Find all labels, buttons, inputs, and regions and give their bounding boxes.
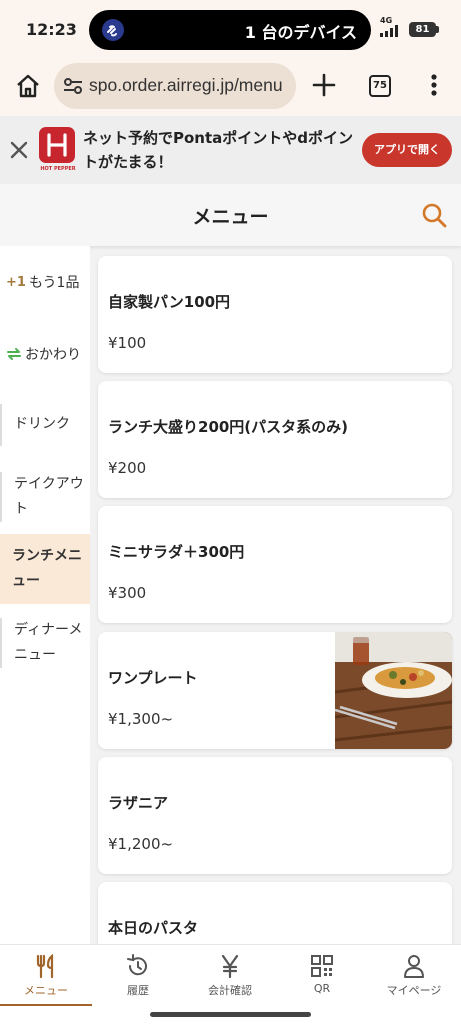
nav-tab-bill[interactable]: 会計確認	[184, 945, 276, 1007]
category-sidebar: +1 もう1品 おかわり ドリンク テイクアウト ランチメニュー ディナーメニュ…	[0, 246, 90, 944]
menu-item-card[interactable]: ミニサラダ＋300円 ¥300	[98, 506, 452, 623]
bottom-nav: メニュー 履歴 会計確認 QR マイページ	[0, 944, 461, 1007]
island-text: 1 台のデバイス	[244, 23, 357, 42]
cutlery-logo-icon	[47, 133, 67, 157]
promo-text: ネット予約でPontaポイントやdポイントがたまる！	[83, 129, 354, 171]
menu-item-price: ¥1,200~	[108, 835, 174, 853]
nav-label: マイページ	[386, 984, 442, 997]
person-icon	[404, 955, 424, 978]
url-bar[interactable]: spo.order.airregi.jp/menu	[54, 63, 296, 109]
sidebar-item-lunch[interactable]: ランチメニュー	[0, 534, 90, 604]
sidebar-item-one-more[interactable]: +1 もう1品	[0, 268, 90, 296]
menu-item-name: ランチ大盛り200円(パスタ系のみ)	[108, 418, 349, 436]
page-header: メニュー	[0, 184, 461, 246]
network-type: 4G	[380, 16, 393, 25]
home-indicator-area	[0, 1006, 461, 1024]
menu-item-price: ¥300	[108, 584, 147, 602]
browser-toolbar: spo.order.airregi.jp/menu 75	[0, 56, 461, 116]
hot-pepper-logo	[39, 127, 75, 163]
sidebar-item-takeout[interactable]: テイクアウト	[0, 472, 90, 522]
sidebar-item-drink[interactable]: ドリンク	[0, 404, 90, 446]
menu-item-price: ¥100	[108, 334, 147, 352]
menu-item-name: ワンプレート	[108, 669, 198, 687]
dynamic-island[interactable]: 1 台のデバイス	[89, 10, 371, 50]
nav-tab-menu[interactable]: メニュー	[0, 945, 92, 1007]
plus-one-icon: +1	[6, 274, 26, 290]
qr-code-icon	[311, 955, 333, 977]
nav-label: QR	[313, 982, 331, 995]
nav-tab-mypage[interactable]: マイページ	[368, 945, 460, 1007]
sidebar-item-label: おかわり	[25, 347, 81, 363]
page-title: メニュー	[192, 206, 269, 228]
menu-item-price: ¥200	[108, 459, 147, 477]
nav-tab-history[interactable]: 履歴	[92, 945, 184, 1007]
status-time: 12:23	[26, 20, 77, 39]
nav-label: メニュー	[24, 984, 68, 997]
menu-item-name: 自家製パン100円	[108, 293, 231, 311]
menu-item-name: ラザニア	[108, 794, 169, 812]
nav-tab-qr[interactable]: QR	[276, 945, 368, 1007]
status-bar: 12:23 1 台のデバイス 4G 81	[0, 0, 461, 56]
nav-label: 履歴	[127, 984, 149, 997]
url-text[interactable]: spo.order.airregi.jp/menu	[89, 75, 289, 96]
sidebar-item-dinner[interactable]: ディナーメニュー	[0, 618, 90, 668]
sidebar-item-label: ドリンク	[14, 416, 70, 432]
search-icon[interactable]	[421, 202, 447, 228]
app-promo-banner: HOT PEPPER ネット予約でPontaポイントやdポイントがたまる！ アプ…	[0, 116, 461, 184]
menu-item-card[interactable]: ランチ大盛り200円(パスタ系のみ) ¥200	[98, 381, 452, 498]
menu-item-photo[interactable]	[335, 632, 452, 749]
menu-item-name: ミニサラダ＋300円	[108, 543, 245, 561]
sidebar-item-refill[interactable]: おかわり	[0, 340, 90, 368]
home-indicator[interactable]	[150, 1012, 311, 1017]
sidebar-item-label: もう1品	[28, 275, 80, 291]
menu-item-card[interactable]: ワンプレート ¥1,300~	[98, 632, 452, 749]
open-in-app-button[interactable]: アプリで開く	[362, 133, 452, 167]
refill-icon	[7, 348, 21, 360]
menu-item-price: ¥1,300~	[108, 710, 174, 728]
more-vert-icon[interactable]	[422, 72, 446, 98]
menu-item-card[interactable]: 自家製パン100円 ¥100	[98, 256, 452, 373]
home-icon[interactable]	[14, 72, 42, 100]
battery-icon: 81	[409, 22, 436, 37]
menu-item-card[interactable]: 本日のパスタ	[98, 882, 452, 944]
menu-item-card[interactable]: ラザニア ¥1,200~	[98, 757, 452, 874]
hot-pepper-logo-text: HOT PEPPER	[40, 166, 76, 172]
close-icon[interactable]	[8, 139, 30, 161]
sidebar-item-label: テイクアウト	[14, 476, 84, 517]
nav-label: 会計確認	[208, 984, 252, 997]
sidebar-item-label: ランチメニュー	[12, 548, 82, 589]
yen-icon	[221, 954, 239, 979]
history-icon	[127, 954, 147, 976]
battery-tip	[436, 26, 439, 33]
menu-list: 自家製パン100円 ¥100 ランチ大盛り200円(パスタ系のみ) ¥200 ミ…	[90, 246, 461, 944]
cutlery-icon	[36, 953, 54, 979]
sidebar-item-label: ディナーメニュー	[14, 622, 83, 663]
signal-icon	[380, 25, 398, 37]
link-icon	[102, 19, 124, 41]
plus-icon[interactable]	[311, 72, 337, 98]
menu-item-name: 本日のパスタ	[108, 919, 199, 937]
tabs-icon[interactable]: 75	[369, 75, 391, 97]
site-settings-icon[interactable]	[63, 76, 83, 96]
